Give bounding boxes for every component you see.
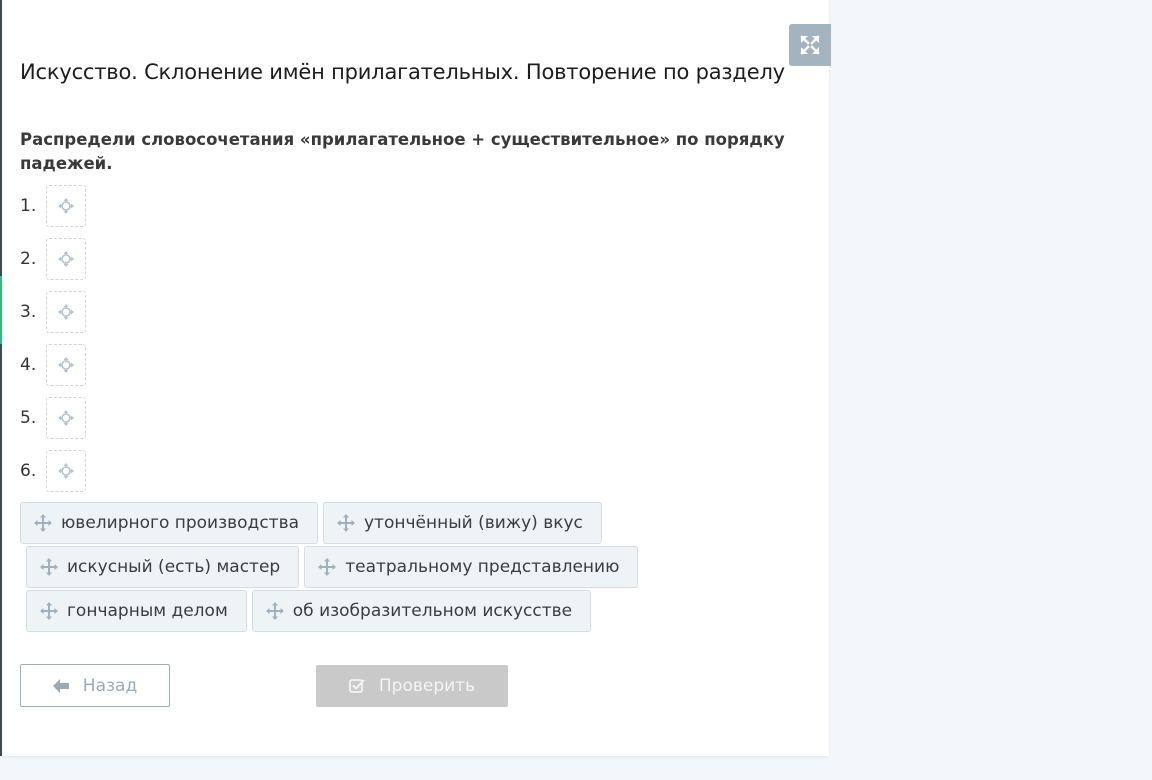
chip-row: искусный (есть) мастер театральному пред…: [26, 546, 640, 590]
page-title: Искусство. Склонение имён прилагательных…: [20, 60, 785, 84]
move-icon: [58, 198, 74, 214]
word-chips-pool: ювелирного производства утончённый (вижу…: [20, 502, 640, 634]
slot-number: 2.: [20, 249, 37, 269]
check-square-icon: [348, 679, 365, 693]
chip-row: гончарным делом об изобразительном искус…: [26, 590, 640, 634]
arrow-left-icon: [52, 678, 69, 693]
chip-label: ювелирного производства: [61, 513, 299, 533]
move-icon: [34, 514, 52, 532]
drop-slot-6[interactable]: [46, 450, 86, 492]
back-button[interactable]: Назад: [20, 664, 170, 707]
move-icon: [318, 558, 337, 576]
drop-slot-2[interactable]: [46, 238, 86, 280]
chip-row: ювелирного производства утончённый (вижу…: [20, 502, 640, 546]
slot-number: 4.: [20, 355, 37, 375]
expand-icon: [800, 35, 820, 55]
chip-label: гончарным делом: [67, 601, 228, 621]
move-icon: [58, 304, 74, 320]
draggable-chip[interactable]: об изобразительном искусстве: [251, 590, 592, 632]
move-icon: [337, 514, 355, 532]
active-accent-bar: [0, 276, 2, 344]
move-icon: [58, 251, 74, 267]
slot-number: 1.: [20, 196, 37, 216]
slot-row-6: 6.: [20, 449, 86, 493]
move-icon: [40, 558, 58, 576]
move-icon: [58, 410, 74, 426]
chip-label: утончённый (вижу) вкус: [364, 513, 583, 533]
task-panel: Искусство. Склонение имён прилагательных…: [0, 0, 831, 756]
chip-label: искусный (есть) мастер: [67, 557, 281, 577]
slot-row-2: 2.: [20, 237, 86, 281]
move-icon: [265, 602, 284, 620]
chip-label: об изобразительном искусстве: [292, 601, 573, 621]
draggable-chip[interactable]: искусный (есть) мастер: [26, 546, 300, 588]
chip-label: театральному представлению: [345, 557, 620, 577]
drop-slot-4[interactable]: [46, 344, 86, 386]
slot-number: 6.: [20, 461, 37, 481]
draggable-chip[interactable]: утончённый (вижу) вкус: [323, 502, 602, 544]
answer-slots: 1. 2. 3. 4. 5. 6.: [20, 184, 86, 502]
check-button-label: Проверить: [378, 676, 476, 696]
task-instruction: Распредели словосочетания «прилагательно…: [20, 130, 785, 173]
check-button[interactable]: Проверить: [316, 665, 508, 707]
move-icon: [58, 463, 74, 479]
slot-row-3: 3.: [20, 290, 86, 334]
draggable-chip[interactable]: гончарным делом: [26, 590, 247, 632]
slot-number: 5.: [20, 408, 37, 428]
draggable-chip[interactable]: ювелирного производства: [20, 502, 318, 544]
back-button-label: Назад: [82, 675, 138, 696]
slot-row-4: 4.: [20, 343, 86, 387]
drop-slot-3[interactable]: [46, 291, 86, 333]
slot-row-5: 5.: [20, 396, 86, 440]
drop-slot-1[interactable]: [46, 185, 86, 227]
slot-row-1: 1.: [20, 184, 86, 228]
draggable-chip[interactable]: театральному представлению: [304, 546, 639, 588]
move-icon: [40, 602, 58, 620]
slot-number: 3.: [20, 302, 37, 322]
move-icon: [58, 357, 74, 373]
drop-slot-5[interactable]: [46, 397, 86, 439]
